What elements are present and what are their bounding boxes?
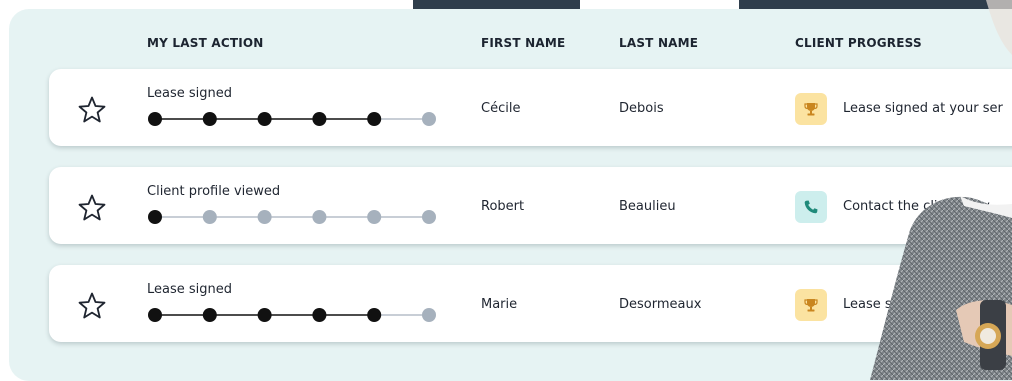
step-dot-pending bbox=[422, 308, 436, 322]
person-photo bbox=[870, 0, 1012, 380]
progress-badge bbox=[795, 289, 827, 321]
header-last-name: LAST NAME bbox=[619, 36, 699, 50]
step-dot-complete bbox=[312, 308, 327, 322]
last-action-label: Lease signed bbox=[147, 282, 233, 297]
trophy-icon bbox=[804, 299, 818, 312]
header-first-name: FIRST NAME bbox=[481, 36, 566, 50]
first-name: Robert bbox=[481, 199, 525, 214]
step-dot-pending bbox=[367, 210, 382, 224]
last-action-label: Client profile viewed bbox=[147, 184, 281, 199]
step-dot-pending bbox=[422, 112, 436, 126]
step-dot-complete bbox=[257, 112, 272, 126]
step-dot-complete bbox=[367, 112, 382, 126]
step-dot-pending bbox=[422, 210, 436, 224]
last-name: Beaulieu bbox=[619, 199, 676, 214]
star-icon[interactable] bbox=[77, 291, 107, 321]
last-name: Debois bbox=[619, 101, 664, 116]
last-action-label: Lease signed bbox=[147, 86, 233, 101]
step-dot-complete bbox=[148, 112, 162, 126]
step-dot-complete bbox=[202, 308, 217, 322]
top-tab-left[interactable] bbox=[413, 0, 580, 9]
first-name: Marie bbox=[481, 297, 518, 312]
progress-steps bbox=[148, 210, 436, 224]
step-dot-pending bbox=[312, 210, 327, 224]
star-icon[interactable] bbox=[77, 95, 107, 125]
step-dot-complete bbox=[367, 308, 382, 322]
progress-steps bbox=[148, 112, 436, 126]
first-name: Cécile bbox=[481, 101, 521, 116]
last-name: Desormeaux bbox=[619, 297, 702, 312]
star-icon[interactable] bbox=[77, 193, 107, 223]
step-dot-complete bbox=[202, 112, 217, 126]
step-dot-complete bbox=[148, 308, 162, 322]
trophy-icon bbox=[804, 103, 818, 116]
step-dot-complete bbox=[257, 308, 272, 322]
phone-icon bbox=[804, 200, 818, 214]
header-my-last-action: MY LAST ACTION bbox=[147, 36, 264, 50]
progress-badge[interactable] bbox=[795, 191, 827, 223]
step-dot-complete bbox=[148, 210, 162, 224]
progress-steps bbox=[148, 308, 436, 322]
step-dot-complete bbox=[312, 112, 327, 126]
step-dot-pending bbox=[257, 210, 272, 224]
step-dot-pending bbox=[202, 210, 217, 224]
progress-badge bbox=[795, 93, 827, 125]
